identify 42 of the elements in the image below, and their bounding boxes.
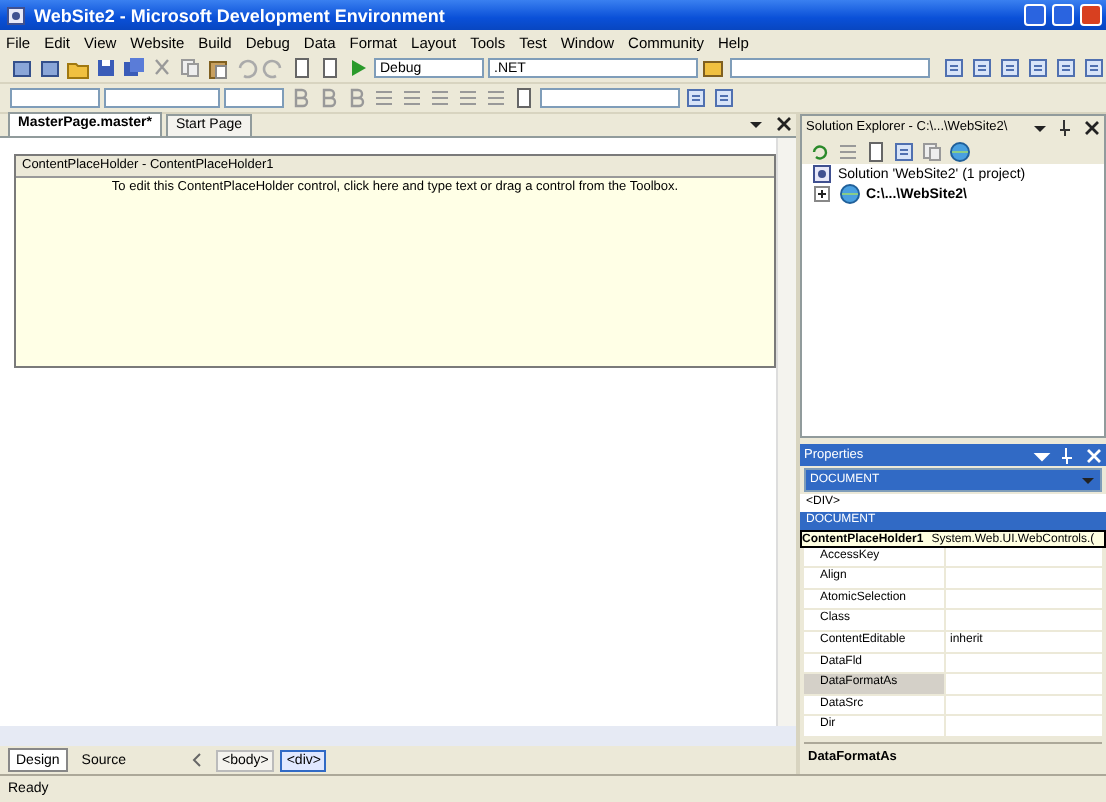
explorer-tool-icon[interactable] bbox=[808, 139, 832, 163]
paste-icon[interactable] bbox=[206, 56, 230, 80]
bullets-icon[interactable] bbox=[456, 86, 480, 110]
explorer-tool-icon[interactable] bbox=[836, 139, 860, 163]
toolbar-tool-icon[interactable] bbox=[1082, 56, 1106, 80]
add-item-icon[interactable] bbox=[38, 56, 62, 80]
explorer-tool-icon[interactable] bbox=[920, 139, 944, 163]
toolbar-tool-icon[interactable] bbox=[1026, 56, 1050, 80]
window-title: WebSite2 - Microsoft Development Environment bbox=[34, 5, 447, 25]
align-icon[interactable] bbox=[428, 86, 452, 110]
expand-icon[interactable] bbox=[810, 182, 834, 206]
style-dropdown[interactable] bbox=[540, 88, 680, 108]
close-icon[interactable] bbox=[772, 112, 796, 136]
explorer-tool-icon[interactable] bbox=[864, 139, 888, 163]
save-icon[interactable] bbox=[94, 56, 118, 80]
copy-icon[interactable] bbox=[178, 56, 202, 80]
toolbar-tool-icon[interactable] bbox=[684, 86, 708, 110]
horizontal-scrollbar[interactable] bbox=[0, 726, 796, 746]
close-icon[interactable] bbox=[1080, 115, 1104, 139]
find-icon[interactable] bbox=[702, 56, 726, 80]
start-icon[interactable] bbox=[346, 56, 370, 80]
new-project-icon[interactable] bbox=[10, 56, 34, 80]
save-all-icon[interactable] bbox=[122, 56, 146, 80]
toolbar-tool-icon[interactable] bbox=[942, 56, 966, 80]
block-format-dropdown[interactable] bbox=[10, 88, 100, 108]
toolbar-tool-icon[interactable] bbox=[998, 56, 1022, 80]
minimize-button[interactable] bbox=[1024, 4, 1046, 26]
website-icon bbox=[838, 182, 862, 206]
font-size-dropdown[interactable] bbox=[224, 88, 284, 108]
cut-icon[interactable] bbox=[150, 56, 174, 80]
restore-button[interactable] bbox=[1052, 4, 1074, 26]
search-dropdown[interactable] bbox=[730, 58, 930, 78]
close-button[interactable] bbox=[1080, 4, 1102, 26]
font-name-dropdown[interactable] bbox=[104, 88, 220, 108]
explorer-tool-icon[interactable] bbox=[892, 139, 916, 163]
explorer-tool-icon[interactable] bbox=[948, 139, 972, 163]
toolbar-tool-icon[interactable] bbox=[712, 86, 736, 110]
solution-icon bbox=[810, 162, 834, 186]
toolbar-tool-icon[interactable] bbox=[970, 56, 994, 80]
app-icon bbox=[4, 3, 28, 27]
toolbar-tool-icon[interactable] bbox=[1054, 56, 1078, 80]
vertical-scrollbar[interactable] bbox=[776, 138, 796, 726]
